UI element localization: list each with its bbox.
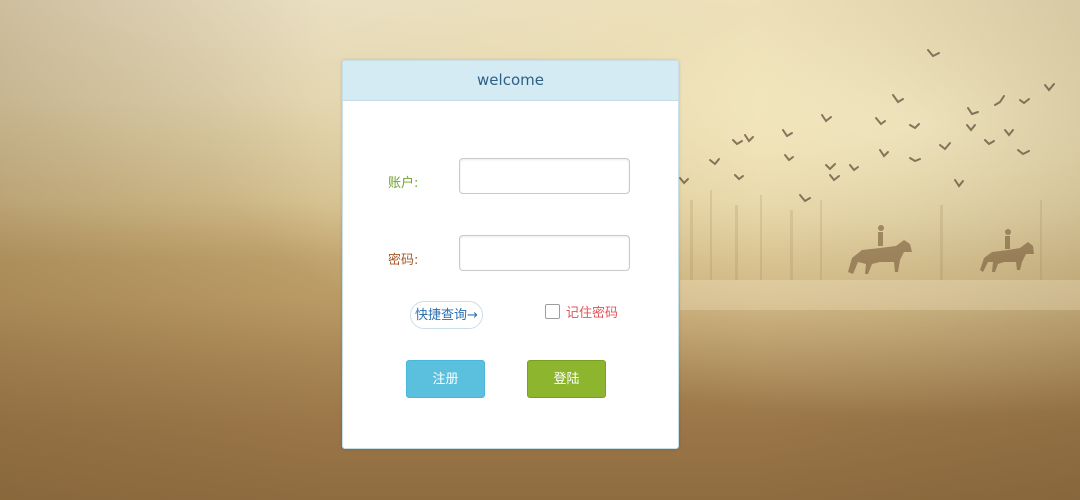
login-button[interactable]: 登陆: [527, 360, 606, 398]
account-label: 账户:: [388, 176, 419, 191]
password-label: 密码:: [388, 253, 419, 268]
birds-flock: [679, 49, 1055, 203]
remember-password-label: 记住密码: [566, 305, 619, 321]
login-panel: welcome 账户: 密码: 快捷查询→ 记住密码 注册 登陆: [342, 60, 679, 449]
remember-password-checkbox[interactable]: [545, 303, 560, 319]
horse-rider-icon: [848, 225, 912, 274]
account-input[interactable]: [459, 158, 630, 194]
register-button[interactable]: 注册: [406, 360, 485, 398]
password-input[interactable]: [459, 235, 630, 271]
panel-title: welcome: [343, 61, 678, 101]
remember-password-option[interactable]: 记住密码: [545, 301, 618, 321]
quick-query-link[interactable]: 快捷查询→: [410, 301, 483, 329]
horse-rider-icon: [980, 229, 1034, 272]
water-reflection: [680, 280, 1080, 310]
